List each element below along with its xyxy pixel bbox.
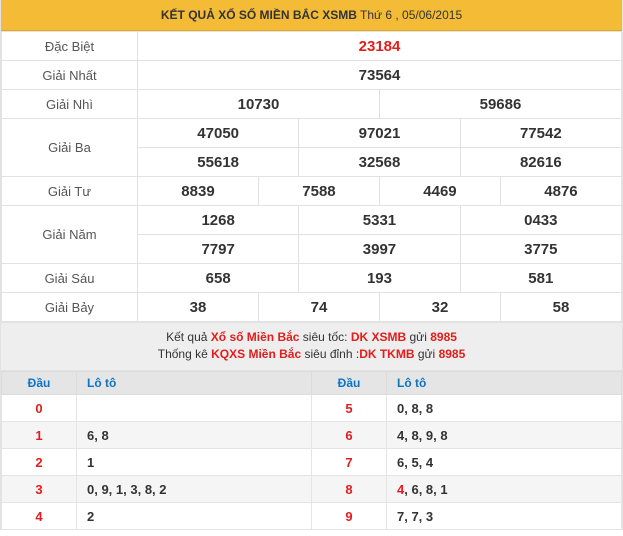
prize-number: 59686 — [378, 89, 623, 119]
loto-head-dau: Đầu — [1, 371, 77, 395]
prize-row-fifth: Giải Năm 1268 5331 0433 — [1, 205, 623, 264]
loto-row: 2 1 7 6, 5, 4 — [1, 448, 622, 476]
prize-label: Giải Nhất — [1, 60, 138, 90]
prize-number: 4876 — [499, 176, 623, 206]
promo-link-kqxs[interactable]: KQXS Miền Bắc — [211, 347, 301, 361]
loto-values: 2 — [76, 502, 312, 530]
loto-values — [76, 394, 312, 422]
loto-values: 4, 6, 8, 1 — [386, 475, 622, 503]
prize-label: Giải Tư — [1, 176, 138, 206]
promo-text: siêu đỉnh : — [301, 347, 360, 361]
prize-row-sixth: Giải Sáu 658 193 581 — [1, 263, 623, 293]
loto-head-loto: Lô tô — [386, 371, 622, 395]
special-prize-number: 23184 — [137, 31, 622, 61]
promo-sms-number: 8985 — [430, 330, 457, 344]
promo-link-xsmb[interactable]: Xổ số Miền Bắc — [211, 330, 300, 344]
xsmb-result-widget: KẾT QUẢ XỔ SỐ MIỀN BẮC XSMB Thứ 6 , 05/0… — [0, 0, 623, 530]
sms-promo: Kết quả Xổ số Miền Bắc siêu tốc: DK XSMB… — [1, 322, 622, 371]
prize-number: 8839 — [137, 176, 259, 206]
prize-number: 77542 — [459, 118, 623, 148]
prize-label: Đặc Biệt — [1, 31, 138, 61]
prize-number: 658 — [136, 263, 300, 293]
prize-number: 7797 — [136, 234, 300, 264]
prize-number: 32 — [378, 292, 501, 322]
prize-number: 58 — [499, 292, 623, 322]
loto-dau: 1 — [1, 421, 77, 449]
prize-number: 47050 — [136, 118, 300, 148]
prize-number: 74 — [257, 292, 380, 322]
header-date: Thứ 6 , 05/06/2015 — [356, 8, 463, 22]
prize-number: 5331 — [298, 205, 461, 235]
prize-number: 3775 — [459, 234, 623, 264]
promo-text: siêu tốc: — [299, 330, 351, 344]
promo-line-1: Kết quả Xổ số Miền Bắc siêu tốc: DK XSMB… — [1, 329, 622, 346]
loto-dau: 6 — [311, 421, 387, 449]
prize-number: 10730 — [137, 89, 380, 119]
loto-dau: 2 — [1, 448, 77, 476]
loto-values: 7, 7, 3 — [386, 502, 622, 530]
prize-number: 3997 — [298, 234, 461, 264]
loto-values: 1 — [76, 448, 312, 476]
loto-dau: 5 — [311, 394, 387, 422]
header-title: KẾT QUẢ XỔ SỐ MIỀN BẮC XSMB — [160, 8, 357, 22]
loto-values: 6, 8 — [76, 421, 312, 449]
prize-row-second: Giải Nhì 10730 59686 — [1, 89, 623, 119]
loto-values: 0, 8, 8 — [386, 394, 622, 422]
loto-row: 0 5 0, 8, 8 — [1, 394, 622, 422]
prize-number: 7588 — [257, 176, 380, 206]
promo-text: gửi — [406, 330, 431, 344]
loto-values: 0, 9, 1, 3, 8, 2 — [76, 475, 312, 503]
promo-line-2: Thống kê KQXS Miền Bắc siêu đỉnh :DK TKM… — [1, 346, 622, 363]
loto-values: 4, 8, 9, 8 — [386, 421, 622, 449]
loto-dau: 7 — [311, 448, 387, 476]
result-header: KẾT QUẢ XỔ SỐ MIỀN BẮC XSMB Thứ 6 , 05/0… — [1, 0, 622, 31]
prize-number: 193 — [298, 263, 461, 293]
loto-table: Đầu Lô tô Đầu Lô tô 0 5 0, 8, 8 1 6, 8 6… — [1, 371, 622, 530]
loto-row: 4 2 9 7, 7, 3 — [1, 502, 622, 530]
prize-row-first: Giải Nhất 73564 — [1, 60, 622, 90]
promo-text: Thống kê — [157, 347, 212, 361]
prize-row-seventh: Giải Bảy 38 74 32 58 — [1, 292, 623, 322]
prize-number: 97021 — [298, 118, 461, 148]
prize-number: 55618 — [136, 147, 300, 177]
loto-values: 6, 5, 4 — [386, 448, 622, 476]
loto-row: 3 0, 9, 1, 3, 8, 2 8 4, 6, 8, 1 — [1, 475, 622, 503]
prize-row-fourth: Giải Tư 8839 7588 4469 4876 — [1, 176, 623, 206]
prize-number: 73564 — [137, 60, 622, 90]
loto-dau: 4 — [1, 502, 77, 530]
prize-number: 581 — [459, 263, 623, 293]
prize-row-third: Giải Ba 47050 97021 77542 — [1, 118, 623, 177]
prize-number: 38 — [137, 292, 259, 322]
loto-head-dau: Đầu — [311, 371, 387, 395]
prize-label: Giải Năm — [1, 205, 138, 264]
prize-label: Giải Ba — [1, 118, 138, 177]
loto-dau: 9 — [311, 502, 387, 530]
prize-label: Giải Nhì — [1, 89, 138, 119]
prize-number: 32568 — [298, 147, 461, 177]
prize-number: 82616 — [459, 147, 623, 177]
prize-label: Giải Sáu — [1, 263, 138, 293]
prize-number: 1268 — [136, 205, 300, 235]
prize-row-special: Đặc Biệt 23184 — [1, 31, 622, 61]
promo-sms-number: 8985 — [438, 347, 466, 361]
prize-label: Giải Bảy — [1, 292, 138, 322]
loto-dau: 3 — [1, 475, 77, 503]
loto-dau: 8 — [311, 475, 387, 503]
loto-row: 1 6, 8 6 4, 8, 9, 8 — [1, 421, 622, 449]
promo-sms-code: DK TKMB — [359, 347, 415, 361]
promo-sms-code: DK XSMB — [350, 330, 407, 344]
loto-header-row: Đầu Lô tô Đầu Lô tô — [1, 371, 622, 395]
promo-text: Kết quả — [166, 330, 211, 344]
loto-head-loto: Lô tô — [76, 371, 312, 395]
loto-value-rest: , 6, 8, 1 — [404, 481, 448, 497]
promo-text: gửi — [414, 347, 439, 361]
loto-dau: 0 — [1, 394, 77, 422]
prize-table: Đặc Biệt 23184 Giải Nhất 73564 Giải Nhì … — [1, 31, 623, 322]
prize-number: 4469 — [378, 176, 501, 206]
prize-number: 0433 — [459, 205, 623, 235]
